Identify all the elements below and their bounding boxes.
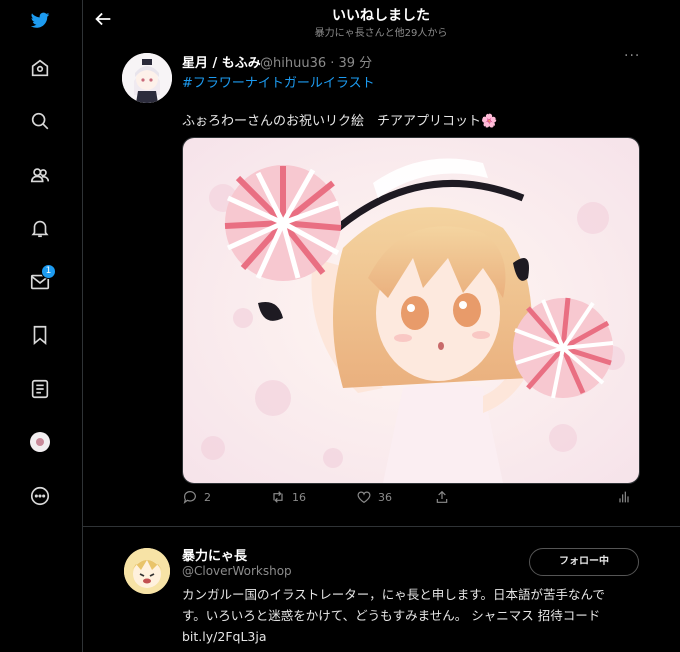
author-name[interactable]: 星月 / もふみ (182, 52, 261, 71)
retweet-count: 16 (292, 490, 306, 504)
liker-handle: @CloverWorkshop (182, 564, 292, 578)
like-count: 36 (378, 490, 392, 504)
author-handle: @hihuu36 · 39 分 (260, 56, 373, 71)
bio-line-2: す。いろいろと迷惑をかけて、どうもすみません。 シャニマス 招待コード (182, 608, 601, 623)
liker-bio: カンガルー国のイラストレーター，にゃ長と申します。日本語が苦手なんで す。いろい… (182, 584, 652, 647)
bio-line-1: カンガルー国のイラストレーター，にゃ長と申します。日本語が苦手なんで (182, 587, 605, 602)
tweet-image[interactable] (182, 137, 640, 484)
messages-badge: 1 (41, 264, 56, 279)
tweet-text: ふぉろわーさんのお祝いリク絵 チアアプリコット🌸 (182, 114, 498, 129)
share-button[interactable] (434, 489, 450, 505)
lists-icon[interactable] (26, 375, 54, 403)
reply-button[interactable]: 2 (182, 489, 211, 505)
tweet[interactable]: 星月 / もふみ @hihuu36 · 39 分 ··· #フラワーナイトガール… (82, 44, 680, 527)
liker-name[interactable]: 暴力にゃ長 (182, 545, 247, 564)
tweet-actions: 2 16 36 (182, 489, 638, 513)
page-header: いいねしました 暴力にゃ長さんと他29人から (82, 0, 680, 44)
tweet-hashtag[interactable]: #フラワーナイトガールイラスト (182, 72, 375, 91)
heart-icon (357, 491, 371, 504)
main-column: いいねしました 暴力にゃ長さんと他29人から 星月 / もふみ @hihuu36… (82, 0, 680, 652)
communities-icon[interactable] (26, 161, 54, 189)
share-icon (436, 490, 448, 503)
page-subtitle: 暴力にゃ長さんと他29人から (314, 28, 448, 39)
analytics-icon (619, 491, 629, 503)
reply-count: 2 (204, 490, 211, 504)
following-button[interactable]: フォロー中 (529, 548, 639, 576)
more-options-icon[interactable]: ··· (624, 48, 640, 64)
mail-icon[interactable]: 1 (26, 264, 56, 296)
more-icon[interactable] (26, 482, 54, 510)
analytics-button[interactable] (616, 489, 632, 505)
profile-avatar[interactable] (26, 428, 54, 456)
author-avatar[interactable] (122, 53, 172, 103)
bell-icon[interactable] (26, 214, 54, 242)
twitter-logo-icon[interactable] (26, 6, 54, 34)
home-icon[interactable] (26, 54, 54, 82)
retweet-button[interactable]: 16 (270, 489, 306, 505)
bio-link[interactable]: bit.ly/2FqL3ja (182, 626, 652, 647)
page-title: いいねしました (332, 8, 430, 24)
liker-avatar[interactable] (124, 548, 170, 594)
liker-profile-card[interactable]: 暴力にゃ長 @CloverWorkshop フォロー中 カンガルー国のイラストレ… (82, 527, 680, 652)
like-button[interactable]: 36 (356, 489, 392, 505)
bookmark-icon[interactable] (26, 321, 54, 349)
sidebar-nav: 1 (0, 0, 83, 652)
retweet-icon (273, 491, 283, 503)
search-icon[interactable] (26, 107, 54, 135)
reply-icon (183, 491, 196, 504)
